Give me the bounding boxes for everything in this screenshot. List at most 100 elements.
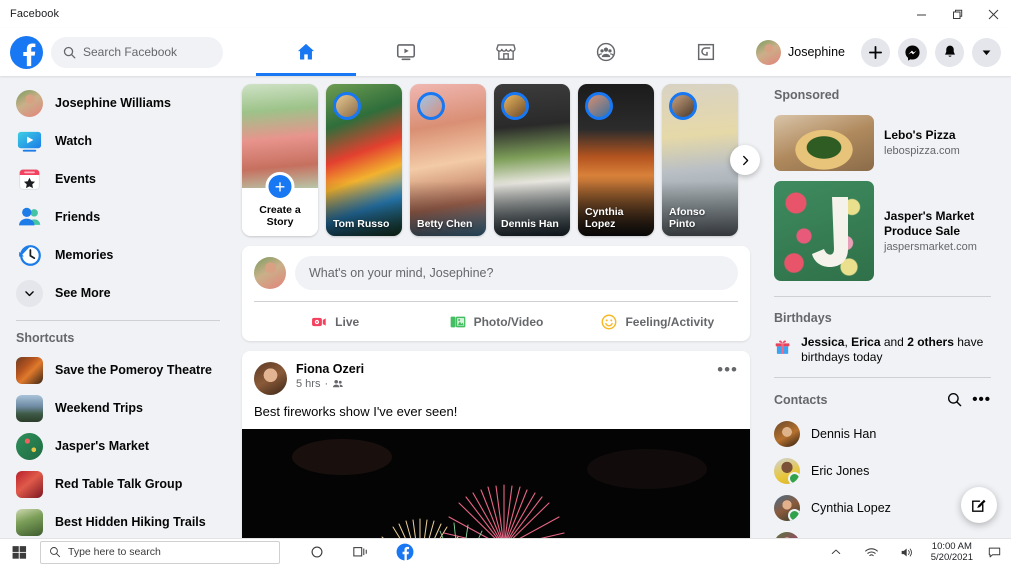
sidebar-item-watch[interactable]: Watch	[8, 122, 228, 160]
close-button[interactable]	[975, 0, 1011, 28]
post-author-name[interactable]: Fiona Ozeri	[296, 362, 364, 377]
show-hidden-icons-button[interactable]	[823, 540, 849, 564]
facebook-icon	[396, 543, 414, 561]
composer-live-button[interactable]: Live	[254, 302, 415, 341]
news-feed: + Create a Story Tom Russo Betty Chen De…	[236, 76, 760, 565]
sidebar-item-events[interactable]: Events	[8, 160, 228, 198]
sidebar-item-label: Watch	[55, 134, 93, 148]
taskbar-search-box[interactable]: Type here to search	[40, 540, 280, 564]
sidebar-item-friends[interactable]: Friends	[8, 198, 228, 236]
sponsored-header: Sponsored	[774, 88, 840, 102]
shortcuts-header: Shortcuts	[16, 331, 75, 345]
composer-actions: Live Photo/Video Feeling/Activity	[254, 301, 738, 341]
search-box[interactable]	[51, 36, 223, 68]
create-button[interactable]	[861, 37, 890, 67]
post-header: Fiona Ozeri 5 hrs · •••	[242, 351, 750, 395]
search-icon[interactable]	[947, 392, 962, 407]
network-button[interactable]	[859, 540, 885, 564]
stories-next-button[interactable]	[730, 145, 760, 175]
shortcut-item-jaspers-market[interactable]: Jasper's Market	[8, 427, 228, 465]
facebook-logo-icon[interactable]	[10, 35, 43, 69]
nav-tab-marketplace[interactable]	[456, 28, 556, 76]
sidebar-item-label: Friends	[55, 210, 101, 224]
story-author-name: Cynthia Lopez	[585, 206, 624, 230]
composer-photo-video-button[interactable]: Photo/Video	[415, 302, 576, 341]
messenger-button[interactable]	[898, 37, 927, 67]
avatar[interactable]	[254, 362, 287, 395]
windows-taskbar: Type here to search 10:00 AM 5/20/2021	[0, 538, 1011, 565]
windows-start-button[interactable]	[0, 539, 38, 565]
pizza-photo	[774, 115, 874, 171]
nav-tab-groups[interactable]	[556, 28, 656, 76]
maximize-button[interactable]	[939, 0, 975, 28]
volume-button[interactable]	[895, 540, 921, 564]
contact-name: Cynthia Lopez	[811, 500, 891, 515]
online-status-dot	[788, 471, 800, 484]
active-tab-underline	[256, 73, 356, 76]
nav-tab-gaming[interactable]	[656, 28, 756, 76]
shortcut-label: Jasper's Market	[55, 439, 150, 453]
create-story-label: Create a Story	[259, 204, 301, 228]
shortcut-item-pomeroy-theatre[interactable]: Save the Pomeroy Theatre	[8, 351, 228, 389]
composer-feeling-button[interactable]: Feeling/Activity	[577, 302, 738, 341]
compose-message-button[interactable]	[961, 487, 997, 523]
composer-top-row: What's on your mind, Josephine?	[254, 256, 738, 301]
account-menu-button[interactable]	[972, 37, 1001, 67]
task-view-icon	[353, 547, 367, 557]
post-more-options-icon[interactable]: •••	[717, 361, 738, 378]
nav-tab-watch[interactable]	[356, 28, 456, 76]
contact-item[interactable]: Eric Jones	[768, 452, 997, 489]
taskbar-facebook-button[interactable]	[392, 540, 418, 564]
story-card[interactable]: Afonso Pinto	[662, 84, 738, 236]
facebook-topbar: Josephine	[0, 28, 1011, 76]
search-input[interactable]	[83, 45, 207, 59]
groups-people-icon	[596, 42, 616, 62]
shortcut-item-hiking-trails[interactable]: Best Hidden Hiking Trails	[8, 503, 228, 541]
create-story-card[interactable]: + Create a Story	[242, 84, 318, 236]
composer-input[interactable]: What's on your mind, Josephine?	[295, 256, 738, 290]
chevron-down-icon	[16, 279, 43, 307]
story-card[interactable]: Dennis Han	[494, 84, 570, 236]
birthdays-header: Birthdays	[774, 311, 832, 325]
sidebar-item-label: See More	[55, 286, 111, 300]
sidebar-item-memories[interactable]: Memories	[8, 236, 228, 274]
contacts-header: Contacts •••	[774, 390, 991, 408]
sidebar-item-profile[interactable]: Josephine Williams	[8, 84, 228, 122]
story-card[interactable]: Cynthia Lopez	[578, 84, 654, 236]
sidebar-item-see-more[interactable]: See More	[8, 274, 228, 312]
composer-placeholder: What's on your mind, Josephine?	[309, 266, 494, 280]
nav-tab-home[interactable]	[256, 28, 356, 76]
speaker-icon	[901, 548, 913, 556]
contacts-more-options-icon[interactable]: •••	[972, 392, 991, 407]
ad-url: jaspersmarket.com	[884, 240, 977, 253]
taskbar-clock[interactable]: 10:00 AM 5/20/2021	[931, 541, 973, 563]
shortcut-item-red-table-talk[interactable]: Red Table Talk Group	[8, 465, 228, 503]
ad-text-block: Jasper's Market Produce Sale jaspersmark…	[884, 209, 991, 254]
facebook-desktop-window: Facebook Search Facebook Josephine Josep…	[0, 0, 1011, 565]
shortcut-item-weekend-trips[interactable]: Weekend Trips	[8, 389, 228, 427]
contact-item[interactable]: Dennis Han	[768, 415, 997, 452]
story-card[interactable]: Betty Chen	[410, 84, 486, 236]
action-center-button[interactable]	[983, 539, 1005, 565]
stories-tray: + Create a Story Tom Russo Betty Chen De…	[242, 84, 760, 236]
notifications-button[interactable]	[935, 37, 964, 67]
watch-icon	[16, 128, 43, 155]
taskbar-task-view-button[interactable]	[348, 540, 374, 564]
story-card[interactable]: Tom Russo	[326, 84, 402, 236]
shortcut-label: Best Hidden Hiking Trails	[55, 515, 206, 529]
windows-start-icon	[12, 545, 26, 559]
user-avatar	[16, 89, 43, 117]
taskbar-tray: 10:00 AM 5/20/2021	[823, 539, 1011, 565]
birthday-item[interactable]: Jessica, Erica and 2 others have birthda…	[768, 333, 997, 367]
jaspers-market-photo	[774, 181, 874, 281]
sponsored-ad-jaspers-market[interactable]: Jasper's Market Produce Sale jaspersmark…	[768, 176, 997, 286]
profile-button[interactable]: Josephine	[753, 37, 853, 68]
sponsored-ad-lebos-pizza[interactable]: Lebo's Pizza lebospizza.com	[768, 110, 997, 176]
rail-divider	[774, 377, 991, 378]
contact-name: Dennis Han	[811, 426, 877, 441]
taskbar-date: 5/20/2021	[930, 552, 973, 563]
minimize-button[interactable]	[903, 0, 939, 28]
taskbar-cortana-button[interactable]	[304, 540, 330, 564]
marketplace-store-icon	[496, 44, 516, 60]
post-timestamp: 5 hrs	[296, 378, 321, 390]
